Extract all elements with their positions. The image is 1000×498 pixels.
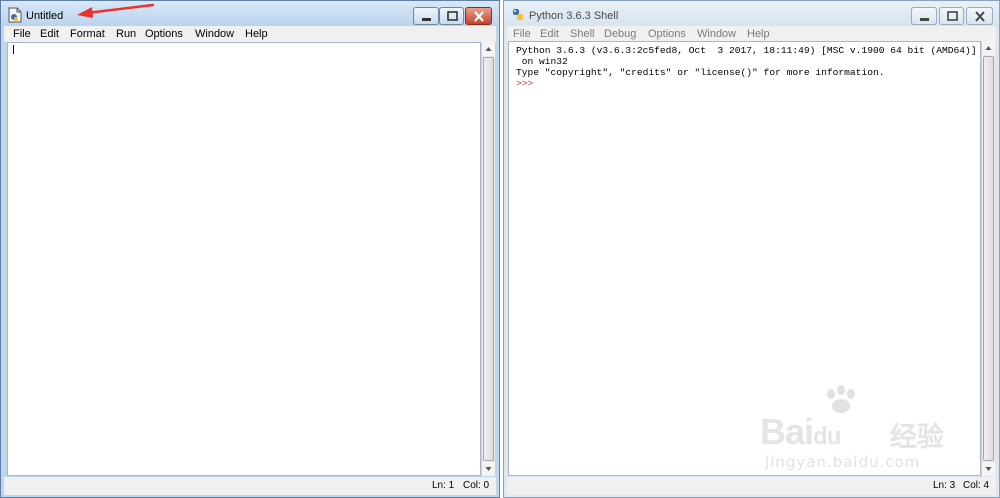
text-cursor [13,45,14,54]
shell-banner-line: on win32 [516,56,568,67]
annotation-arrow-icon [77,3,155,18]
shell-banner-line: Python 3.6.3 (v3.6.3:2c5fed8, Oct 3 2017… [516,45,977,56]
close-button[interactable] [465,7,492,25]
shell-banner-line: Type "copyright", "credits" or "license(… [516,67,885,78]
editor-text-area[interactable] [7,42,481,476]
shell-vertical-scrollbar[interactable] [981,41,995,476]
editor-window[interactable]: Untitled File Edit Format Run Options Wi… [0,0,500,498]
watermark: Baidu 经验 jingyan.baidu.com [760,385,960,480]
menu-window[interactable]: Window [195,26,234,42]
editor-status-bar: Ln: 1 Col: 0 [4,477,496,495]
window-title: Python 3.6.3 Shell [529,10,619,22]
minimize-button[interactable] [413,7,439,25]
minimize-button[interactable] [911,7,937,25]
menu-edit[interactable]: Edit [540,26,559,42]
column-number: Col: 0 [463,480,490,491]
idle-file-icon [8,7,22,23]
window-title: Untitled [26,10,64,22]
menu-file[interactable]: File [13,26,31,42]
python-icon [511,7,525,23]
scrollbar-thumb[interactable] [983,56,994,461]
scroll-up-arrow-icon[interactable] [482,42,495,56]
menu-help[interactable]: Help [747,26,770,42]
menu-shell[interactable]: Shell [570,26,594,42]
shell-title-bar[interactable]: Python 3.6.3 Shell [504,1,999,27]
shell-prompt[interactable]: >>> [516,78,533,89]
menu-options[interactable]: Options [145,26,183,42]
scroll-up-arrow-icon[interactable] [982,41,995,55]
scrollbar-thumb[interactable] [483,57,494,461]
menu-debug[interactable]: Debug [604,26,636,42]
maximize-button[interactable] [939,7,964,25]
editor-vertical-scrollbar[interactable] [481,42,495,476]
close-button[interactable] [966,7,993,25]
scroll-down-arrow-icon[interactable] [982,462,995,476]
watermark-brand: Baidu [760,411,841,452]
shell-menu-bar: File Edit Shell Debug Options Window Hel… [507,26,996,42]
menu-run[interactable]: Run [116,26,136,42]
menu-help[interactable]: Help [245,26,268,42]
column-number: Col: 4 [963,480,990,491]
line-number: Ln: 1 [432,480,455,491]
menu-format[interactable]: Format [70,26,105,42]
watermark-brand-cn: 经验 [890,422,944,453]
editor-menu-bar: File Edit Format Run Options Window Help [4,26,496,42]
maximize-button[interactable] [439,7,464,25]
menu-options[interactable]: Options [648,26,686,42]
menu-edit[interactable]: Edit [40,26,59,42]
scroll-down-arrow-icon[interactable] [482,462,495,476]
menu-window[interactable]: Window [697,26,736,42]
menu-file[interactable]: File [513,26,531,42]
watermark-url: jingyan.baidu.com [765,453,921,471]
